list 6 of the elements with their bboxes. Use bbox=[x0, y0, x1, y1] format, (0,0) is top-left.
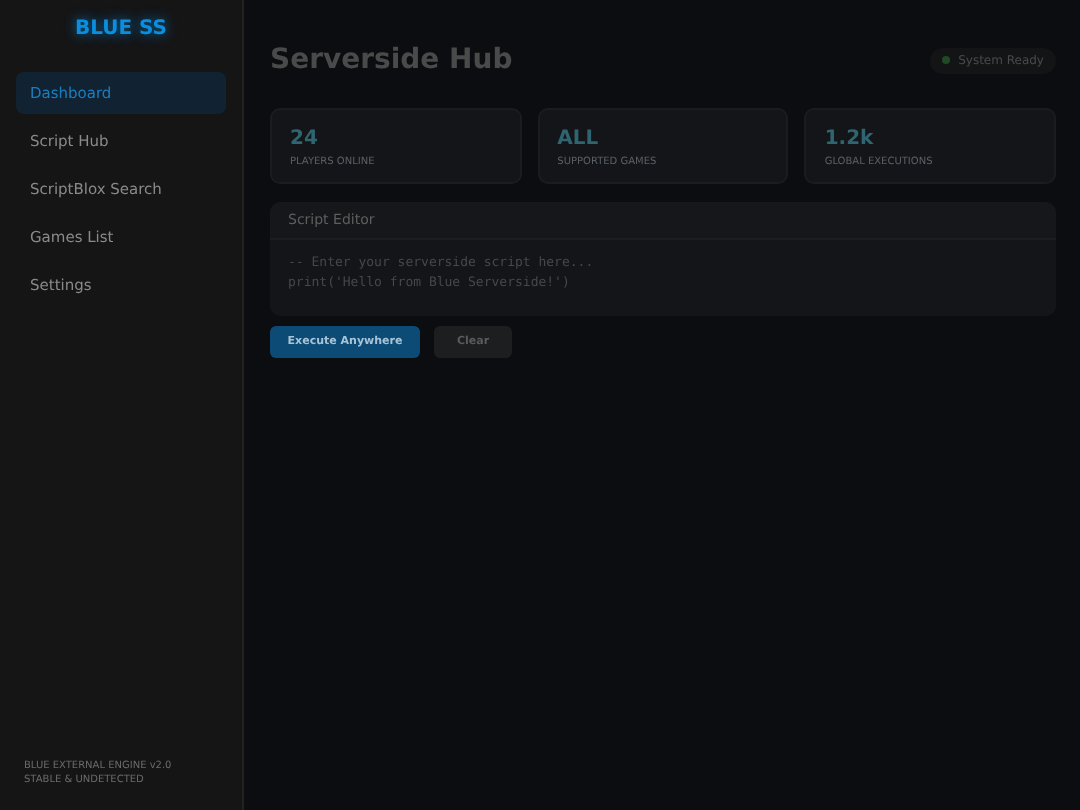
page-title: Serverside Hub bbox=[270, 44, 513, 76]
status-dot-icon bbox=[942, 56, 951, 64]
logo-text: BLUE SS bbox=[72, 18, 170, 40]
stat-value: ALL bbox=[557, 128, 601, 150]
stat-value: 1.2k bbox=[824, 128, 876, 150]
stat-value: 24 bbox=[290, 128, 320, 150]
